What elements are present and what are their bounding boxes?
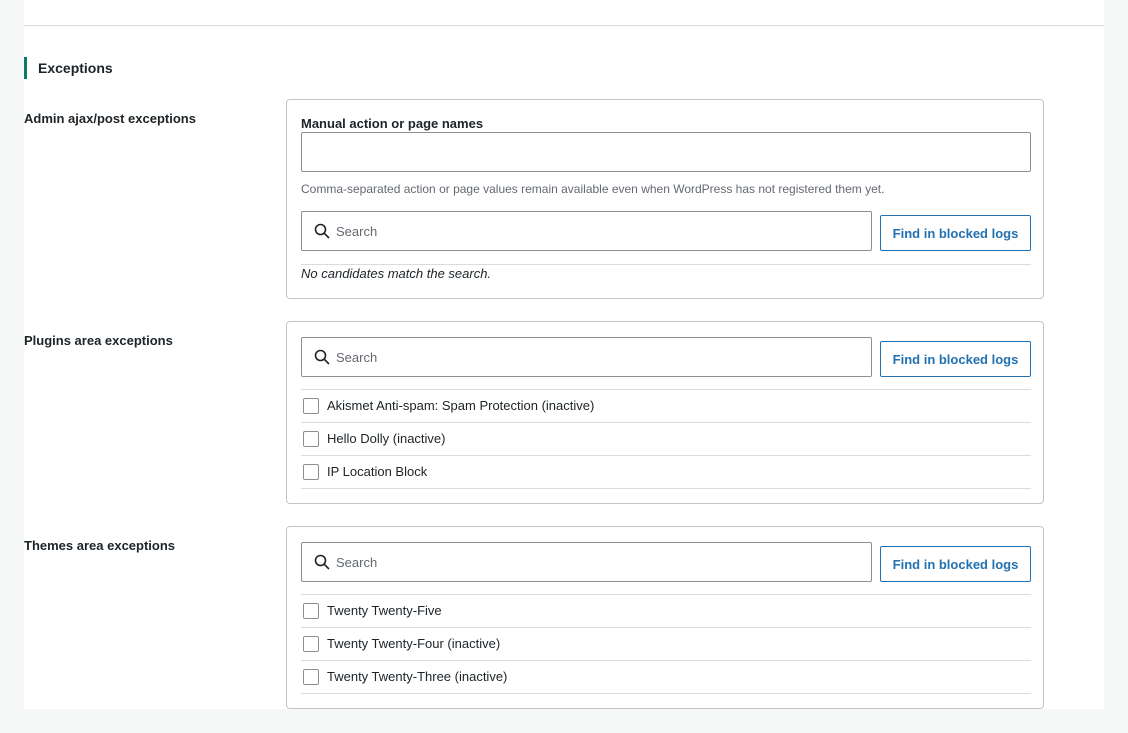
themes-exceptions-label: Themes area exceptions	[24, 538, 176, 553]
admin-exceptions-label: Admin ajax/post exceptions	[24, 111, 196, 126]
theme-checkbox[interactable]	[303, 603, 319, 619]
manual-names-input[interactable]	[301, 132, 1031, 172]
themes-find-button[interactable]: Find in blocked logs	[880, 546, 1031, 582]
plugin-option[interactable]: Akismet Anti-spam: Spam Protection (inac…	[301, 390, 1031, 423]
plugin-checkbox[interactable]	[303, 398, 319, 414]
themes-search-input[interactable]	[336, 543, 866, 581]
theme-checkbox[interactable]	[303, 669, 319, 685]
manual-names-help: Comma-separated action or page values re…	[301, 182, 885, 196]
admin-search-field[interactable]	[301, 211, 872, 251]
plugins-search-input[interactable]	[336, 338, 866, 376]
admin-search-input[interactable]	[336, 212, 866, 250]
search-icon	[314, 554, 330, 570]
admin-find-button[interactable]: Find in blocked logs	[880, 215, 1031, 251]
plugin-option-label: Hello Dolly (inactive)	[327, 431, 446, 446]
plugin-checkbox[interactable]	[303, 431, 319, 447]
search-icon	[314, 349, 330, 365]
exceptions-panel: Exceptions Admin ajax/post exceptions Ma…	[24, 0, 1104, 709]
plugins-exceptions-label: Plugins area exceptions	[24, 333, 173, 348]
admin-exceptions-box: Manual action or page names Comma-separa…	[286, 99, 1044, 299]
theme-option[interactable]: Twenty Twenty-Four (inactive)	[301, 628, 1031, 661]
top-divider	[24, 25, 1104, 26]
admin-empty-message: No candidates match the search.	[301, 266, 492, 281]
themes-exceptions-box: Find in blocked logs Twenty Twenty-Five …	[286, 526, 1044, 709]
themes-search-field[interactable]	[301, 542, 872, 582]
plugin-checkbox[interactable]	[303, 464, 319, 480]
plugin-option[interactable]: Hello Dolly (inactive)	[301, 423, 1031, 456]
theme-option[interactable]: Twenty Twenty-Three (inactive)	[301, 661, 1031, 694]
theme-option-label: Twenty Twenty-Five	[327, 603, 442, 618]
plugin-option[interactable]: IP Location Block	[301, 456, 1031, 489]
theme-option-label: Twenty Twenty-Four (inactive)	[327, 636, 501, 651]
plugins-search-field[interactable]	[301, 337, 872, 377]
plugin-option-label: Akismet Anti-spam: Spam Protection (inac…	[327, 398, 595, 413]
theme-checkbox[interactable]	[303, 636, 319, 652]
plugin-option-label: IP Location Block	[327, 464, 428, 479]
plugins-exceptions-box: Find in blocked logs Akismet Anti-spam: …	[286, 321, 1044, 504]
manual-names-label: Manual action or page names	[301, 116, 484, 131]
plugins-find-button[interactable]: Find in blocked logs	[880, 341, 1031, 377]
theme-option-label: Twenty Twenty-Three (inactive)	[327, 669, 508, 684]
theme-option[interactable]: Twenty Twenty-Five	[301, 595, 1031, 628]
search-icon	[314, 223, 330, 239]
section-heading: Exceptions	[24, 57, 113, 79]
